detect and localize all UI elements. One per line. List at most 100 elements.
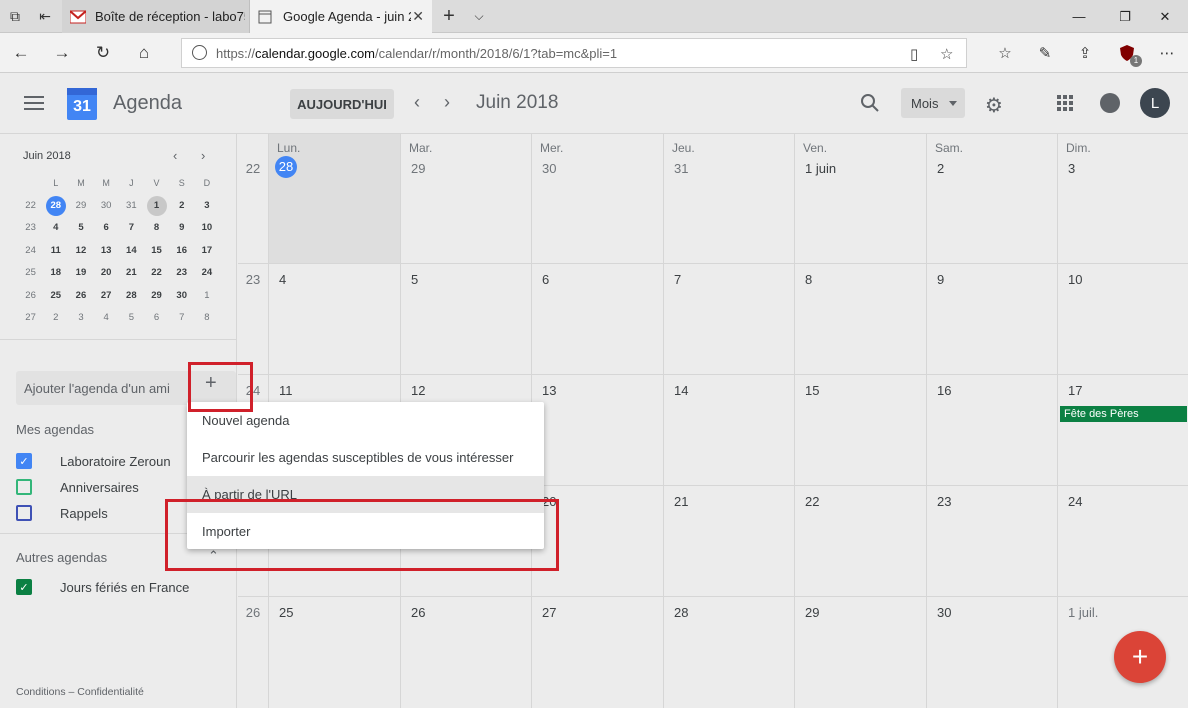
search-icon[interactable] [860, 93, 880, 113]
back-arrow-icon[interactable]: ← [6, 38, 36, 68]
mini-prev-month-icon[interactable]: ‹ [173, 148, 177, 163]
day-cell[interactable]: Lun. 28 [268, 134, 400, 263]
day-number[interactable]: 16 [937, 383, 951, 398]
day-number[interactable]: 23 [937, 494, 951, 509]
mini-day[interactable]: 4 [94, 307, 119, 329]
day-number[interactable]: 21 [674, 494, 688, 509]
chevron-down-icon[interactable]: ⌵ [464, 0, 494, 33]
next-month-icon[interactable]: › [444, 92, 450, 113]
mini-day[interactable]: 6 [144, 307, 169, 329]
day-cell[interactable]: 10 [1057, 264, 1188, 374]
minimize-icon[interactable]: — [1056, 0, 1102, 33]
day-number[interactable]: 6 [542, 272, 549, 287]
tab-gmail[interactable]: Boîte de réception - labo75 [62, 0, 250, 33]
mini-day[interactable]: 22 [144, 262, 169, 284]
mini-day[interactable]: 7 [169, 307, 194, 329]
forward-arrow-icon[interactable]: → [47, 38, 77, 68]
reading-view-icon[interactable]: ▯ [910, 45, 918, 63]
calendar-item-jours-feries[interactable]: ✓ Jours fériés en France [16, 577, 189, 597]
day-number[interactable]: 27 [542, 605, 556, 620]
checkbox-icon[interactable] [16, 479, 32, 495]
day-cell[interactable]: 16 [926, 375, 1057, 485]
mini-day[interactable]: 29 [144, 285, 169, 307]
day-cell[interactable]: 5 [400, 264, 531, 374]
day-number[interactable]: 28 [674, 605, 688, 620]
apps-grid-icon[interactable] [1057, 95, 1073, 111]
tab-manager-icon[interactable]: ⧉ [0, 0, 30, 33]
day-cell[interactable]: 26 [400, 597, 531, 708]
create-event-button[interactable]: + [1114, 631, 1166, 683]
day-cell[interactable]: Mer. 30 [531, 134, 663, 263]
day-cell[interactable]: 30 [926, 597, 1057, 708]
mini-day[interactable]: 1 [194, 285, 219, 307]
mini-day[interactable]: 17 [194, 240, 219, 262]
day-cell[interactable]: 25 [268, 597, 400, 708]
mini-day[interactable]: 6 [94, 217, 119, 239]
day-number[interactable]: 17 [1068, 383, 1082, 398]
day-number[interactable]: 8 [805, 272, 812, 287]
my-calendars-title[interactable]: Mes agendas [16, 422, 94, 437]
day-cell[interactable]: 23 [926, 486, 1057, 596]
day-cell[interactable]: 8 [794, 264, 926, 374]
notifications-icon[interactable] [1100, 93, 1120, 113]
mini-day[interactable]: 11 [43, 240, 68, 262]
day-number[interactable]: 5 [411, 272, 418, 287]
day-cell[interactable]: 7 [663, 264, 794, 374]
mini-day[interactable]: 18 [43, 262, 68, 284]
mini-day[interactable]: 26 [68, 285, 93, 307]
close-window-icon[interactable]: ✕ [1142, 0, 1188, 33]
day-cell[interactable]: 6 [531, 264, 663, 374]
view-selector[interactable]: Mois [901, 88, 965, 118]
day-number[interactable]: 3 [1068, 161, 1075, 176]
mini-day[interactable]: 7 [119, 217, 144, 239]
today-button[interactable]: AUJOURD'HUI [290, 89, 394, 119]
url-field[interactable]: https://calendar.google.com/calendar/r/m… [181, 38, 967, 68]
mini-day[interactable]: 31 [119, 195, 144, 217]
day-number[interactable]: 11 [279, 383, 293, 398]
checkbox-checked-icon[interactable]: ✓ [16, 579, 32, 595]
day-cell[interactable]: 28 [663, 597, 794, 708]
day-cell[interactable]: 9 [926, 264, 1057, 374]
day-number[interactable]: 22 [805, 494, 819, 509]
calendar-item-anniversaires[interactable]: Anniversaires [16, 477, 139, 497]
day-number[interactable]: 29 [411, 161, 425, 176]
day-number[interactable]: 9 [937, 272, 944, 287]
mini-day[interactable]: 24 [194, 262, 219, 284]
mini-day[interactable]: 20 [94, 262, 119, 284]
mini-day[interactable]: 21 [119, 262, 144, 284]
mini-day[interactable]: 29 [68, 195, 93, 217]
home-icon[interactable]: ⌂ [129, 38, 159, 68]
day-number[interactable]: 1 juin [805, 161, 836, 176]
share-icon[interactable]: ⇪ [1070, 38, 1100, 68]
mini-day[interactable]: 2 [43, 307, 68, 329]
day-number[interactable]: 4 [279, 272, 286, 287]
mini-next-month-icon[interactable]: › [201, 148, 205, 163]
day-number[interactable]: 29 [805, 605, 819, 620]
day-cell[interactable]: Jeu. 31 [663, 134, 794, 263]
day-number[interactable]: 10 [1068, 272, 1082, 287]
day-cell[interactable]: 29 [794, 597, 926, 708]
mini-day[interactable]: 10 [194, 217, 219, 239]
day-cell[interactable]: 14 [663, 375, 794, 485]
day-number[interactable]: 24 [1068, 494, 1082, 509]
mini-day[interactable]: 25 [43, 285, 68, 307]
mini-day[interactable]: 13 [94, 240, 119, 262]
gear-icon[interactable]: ⚙ [985, 93, 1003, 118]
day-cell[interactable]: Dim. 3 [1057, 134, 1188, 263]
event-chip[interactable]: Fête des Pères [1060, 406, 1187, 422]
favorites-list-icon[interactable]: ☆ [990, 38, 1020, 68]
refresh-icon[interactable]: ↻ [88, 38, 118, 68]
day-cell[interactable]: Ven. 1 juin [794, 134, 926, 263]
day-number[interactable]: 25 [279, 605, 293, 620]
calendar-logo-icon[interactable]: 31 [67, 88, 97, 120]
mini-day[interactable]: 3 [194, 195, 219, 217]
mini-day[interactable]: 9 [169, 217, 194, 239]
menu-item-browse-calendars[interactable]: Parcourir les agendas susceptibles de vo… [187, 439, 544, 476]
day-number[interactable]: 12 [411, 383, 425, 398]
main-menu-icon[interactable] [24, 96, 44, 110]
mini-day[interactable]: 15 [144, 240, 169, 262]
mini-day[interactable]: 30 [169, 285, 194, 307]
previous-month-icon[interactable]: ‹ [414, 92, 420, 113]
footer-links[interactable]: Conditions – Confidentialité [16, 686, 144, 698]
day-cell[interactable]: 22 [794, 486, 926, 596]
